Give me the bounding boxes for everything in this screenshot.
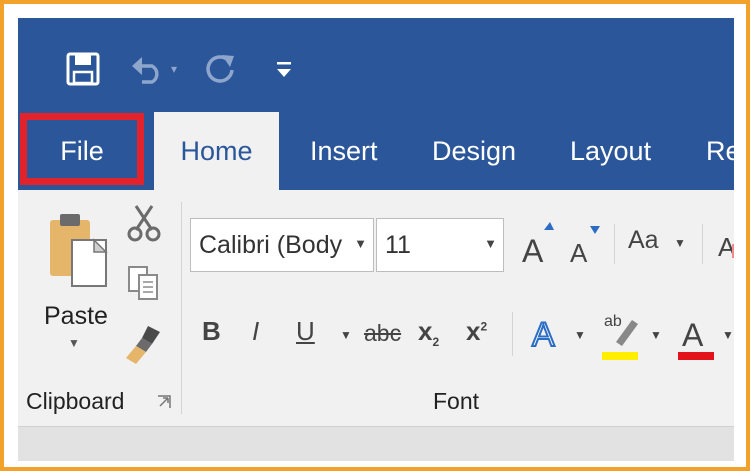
svg-text:A: A (718, 232, 734, 262)
customize-qat-icon[interactable] (273, 56, 295, 82)
ribbon-tab-bar: File Home Insert Design Layout Re (18, 112, 734, 190)
shrink-font-icon[interactable]: A (568, 224, 600, 266)
svg-text:A: A (682, 317, 704, 353)
chevron-down-icon[interactable]: ▼ (484, 236, 497, 251)
superscript-x: x (466, 316, 481, 346)
group-separator (702, 224, 703, 264)
copy-icon[interactable] (126, 264, 160, 302)
group-separator (614, 224, 615, 264)
redo-icon[interactable] (204, 52, 238, 86)
chevron-down-icon[interactable]: ▼ (340, 328, 352, 342)
strikethrough-button[interactable]: abc (364, 320, 401, 347)
font-color-icon[interactable]: A (678, 308, 716, 362)
ribbon-home-panel: Paste ▼ Clipboard Calibri (Body ▼ 11 ▼ A… (18, 190, 734, 426)
ribbon-bottom-strip (18, 426, 734, 461)
grow-font-icon[interactable]: A (520, 220, 554, 266)
paste-icon[interactable] (46, 210, 112, 292)
subscript-x: x (418, 316, 433, 346)
svg-text:A: A (522, 233, 544, 266)
text-highlight-icon[interactable]: ab (602, 308, 642, 362)
font-group-label: Font (433, 388, 480, 414)
tab-design[interactable]: Design (432, 112, 516, 190)
cut-icon[interactable] (126, 204, 162, 242)
save-icon[interactable] (66, 52, 100, 86)
font-size-value: 11 (385, 231, 411, 259)
superscript-index: 2 (480, 319, 488, 334)
svg-text:A: A (532, 316, 555, 354)
chevron-down-icon[interactable]: ▼ (354, 236, 367, 251)
undo-dropdown-icon[interactable]: ▾ (171, 62, 177, 76)
undo-icon[interactable] (130, 54, 164, 84)
dialog-launcher-icon[interactable] (156, 394, 172, 410)
font-name-value: Calibri (Body (199, 231, 343, 259)
chevron-down-icon[interactable]: ▼ (722, 328, 734, 342)
screenshot-frame: ▾ File Home Insert Design Layout Re (0, 0, 750, 471)
superscript-button[interactable]: x2 (466, 316, 487, 347)
tab-insert[interactable]: Insert (310, 112, 378, 190)
format-painter-icon[interactable] (126, 322, 166, 366)
font-size-combobox[interactable]: 11 ▼ (376, 218, 504, 272)
tab-layout[interactable]: Layout (570, 112, 651, 190)
chevron-down-icon[interactable]: ▼ (674, 236, 686, 250)
subscript-index: 2 (432, 335, 440, 350)
paste-label[interactable]: Paste (44, 302, 108, 331)
svg-text:ab: ab (604, 313, 622, 330)
text-effects-icon[interactable]: A (530, 310, 566, 354)
file-tab-highlight-box (20, 113, 144, 185)
clear-formatting-icon[interactable]: A (718, 226, 734, 266)
change-case-button[interactable]: Aa (628, 226, 659, 255)
italic-button[interactable]: I (252, 316, 259, 347)
group-separator (512, 312, 513, 356)
chevron-down-icon[interactable]: ▼ (650, 328, 662, 342)
underline-button[interactable]: U (296, 316, 315, 347)
font-name-combobox[interactable]: Calibri (Body ▼ (190, 218, 374, 272)
chevron-down-icon[interactable]: ▼ (574, 328, 586, 342)
tab-references[interactable]: Re (706, 112, 734, 190)
subscript-button[interactable]: x2 (418, 316, 439, 349)
bold-button[interactable]: B (202, 316, 221, 347)
title-bar: ▾ (18, 18, 734, 112)
group-separator (181, 202, 182, 414)
svg-text:A: A (570, 238, 588, 266)
paste-dropdown-icon[interactable]: ▼ (68, 336, 80, 350)
word-window: ▾ File Home Insert Design Layout Re (18, 18, 734, 461)
clipboard-group-label: Clipboard (26, 388, 125, 414)
tab-home[interactable]: Home (154, 112, 279, 190)
